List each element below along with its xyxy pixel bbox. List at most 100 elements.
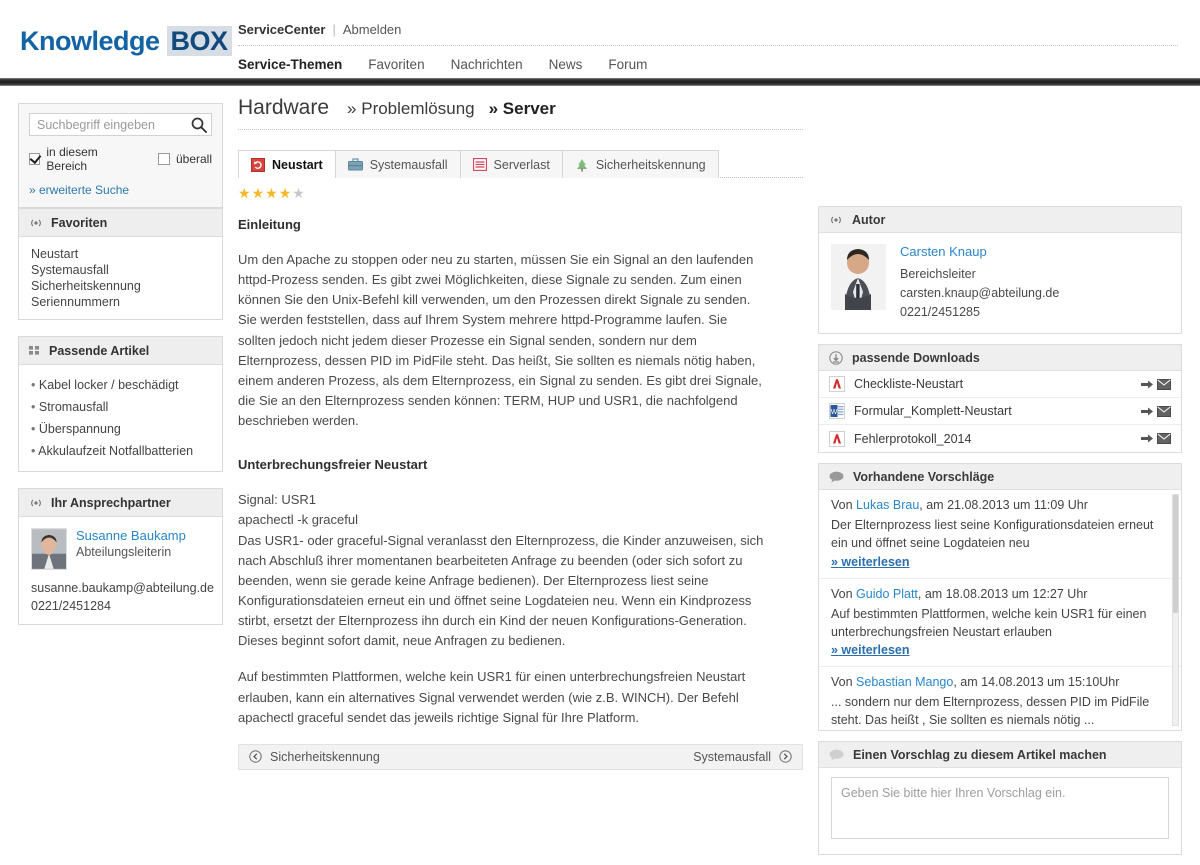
author-panel-body: Carsten Knaup Bereichsleiter carsten.kna… <box>819 233 1181 333</box>
table-row[interactable]: Checkliste-Neustart <box>819 371 1181 399</box>
search-input[interactable] <box>29 113 212 136</box>
nav-news[interactable]: News <box>549 57 583 72</box>
list-item[interactable]: Neustart <box>31 246 210 262</box>
nav-logout[interactable]: Abmelden <box>343 22 402 37</box>
envelope-icon <box>1157 405 1171 417</box>
favorites-panel-body: Neustart Systemausfall Sicherheitskennun… <box>19 237 222 319</box>
site-logo[interactable]: Knowledge BOX <box>20 26 232 57</box>
suggestion-meta: Von Guido Platt, am 18.08.2013 um 12:27 … <box>831 587 1167 601</box>
breadcrumb-level-2[interactable]: » Problemlösung <box>347 99 475 119</box>
download-actions[interactable] <box>1141 433 1171 445</box>
tab-sicherheitskennung[interactable]: Sicherheitskennung <box>561 150 719 178</box>
nav-forum[interactable]: Forum <box>608 57 647 72</box>
scope-everywhere-label: überall <box>175 152 212 166</box>
scrollbar-thumb[interactable] <box>1173 495 1178 614</box>
breadcrumb-level-1[interactable]: Hardware <box>238 96 329 120</box>
pager-next-label: Systemausfall <box>693 749 771 764</box>
read-more-link[interactable]: » weiterlesen <box>831 555 910 569</box>
pdf-file-icon <box>829 376 845 393</box>
suggestion-date: , am 14.08.2013 um 15:10Uhr <box>953 674 1120 689</box>
pager-next[interactable]: Systemausfall <box>693 750 792 764</box>
author-panel-title: Autor <box>852 212 886 227</box>
contact-title: Ihr Ansprechpartner <box>51 495 171 510</box>
contact-details: susanne.baukamp@abteilung.de 0221/245128… <box>31 579 214 615</box>
pdf-file-icon <box>829 430 845 447</box>
download-actions[interactable] <box>1141 378 1171 390</box>
suggestion-meta: Von Lukas Brau, am 21.08.2013 um 11:09 U… <box>831 498 1167 512</box>
search-icon <box>191 117 207 133</box>
arrow-left-circle-icon <box>249 750 262 764</box>
related-article-label: Kabel locker / beschädigt <box>38 378 179 392</box>
list-item[interactable]: Überspannung <box>31 418 210 440</box>
suggestion-author[interactable]: Guido Platt <box>856 587 918 601</box>
breadcrumb-level-3[interactable]: » Server <box>489 99 556 119</box>
table-row[interactable]: Fehlerprotokoll_2014 <box>819 425 1181 452</box>
author-name[interactable]: Carsten Knaup <box>900 244 1059 259</box>
contact-panel-body: Susanne Baukamp Abteilungsleiterin susan… <box>19 517 222 624</box>
suggestion-body: ... sondern nur dem Elternprozess, desse… <box>831 694 1150 727</box>
list-item[interactable]: Stromausfall <box>31 396 210 418</box>
suggestion-textarea[interactable] <box>831 777 1169 840</box>
top-navigation: ServiceCenter | Abmelden Service-Themen Fav… <box>238 22 1178 72</box>
read-more-link[interactable]: » weiterlesen <box>831 643 910 657</box>
pager-previous-label: Sicherheitskennung <box>270 749 380 764</box>
tab-serverlast[interactable]: Serverlast <box>459 150 563 178</box>
author-email[interactable]: carsten.knaup@abteilung.de <box>900 284 1059 303</box>
nav-favoriten[interactable]: Favoriten <box>368 57 424 72</box>
avatar <box>31 528 67 570</box>
download-actions[interactable] <box>1141 405 1171 417</box>
contact-panel: Ihr Ansprechpartner Susanne Baukamp Abte… <box>18 488 223 626</box>
tab-systemausfall[interactable]: Systemausfall <box>334 150 461 178</box>
suggestion-author[interactable]: Sebastian Mango <box>856 675 953 689</box>
tab-label: Neustart <box>272 157 323 172</box>
scope-in-area-checkbox[interactable] <box>29 153 41 165</box>
scope-everywhere-checkbox[interactable] <box>157 153 170 165</box>
download-icon <box>829 351 843 365</box>
favorite-label: Neustart <box>31 247 79 261</box>
list-item[interactable]: Kabel locker / beschädigt <box>31 374 210 396</box>
contact-name[interactable]: Susanne Baukamp <box>76 528 186 543</box>
suggestion-meta: Von Sebastian Mango, am 14.08.2013 um 15… <box>831 675 1167 689</box>
search-button[interactable] <box>190 116 208 134</box>
tab-label: Systemausfall <box>369 157 448 172</box>
envelope-icon <box>1157 378 1171 390</box>
author-phone: 0221/2451285 <box>900 304 980 319</box>
list-item[interactable]: Systemausfall <box>31 262 210 278</box>
downloads-panel-header: passende Downloads <box>819 345 1181 372</box>
list-item[interactable]: Seriennummern <box>31 294 210 310</box>
table-row[interactable]: W Formular_Komplett-Neustart <box>819 398 1181 426</box>
tab-neustart[interactable]: Neustart <box>238 150 336 178</box>
pager-previous[interactable]: Sicherheitskennung <box>249 750 380 764</box>
article-heading-2: Unterbrechungsfreier Neustart <box>238 457 428 473</box>
suggestion-author[interactable]: Lukas Brau <box>856 498 919 512</box>
list-item[interactable]: Sicherheitskennung <box>31 278 210 294</box>
utility-nav: ServiceCenter | Abmelden <box>238 22 1178 45</box>
scope-in-area-option[interactable]: in diesem Bereich <box>29 145 136 173</box>
article-paragraph-2: Das USR1- oder graceful-Signal veranlass… <box>238 532 764 649</box>
advanced-search-link[interactable]: » erweiterte Suche <box>29 183 129 197</box>
downloads-panel: passende Downloads Checkliste-Neustart W… <box>818 344 1182 454</box>
related-articles-list: Kabel locker / beschädigt Stromausfall Ü… <box>31 374 210 462</box>
envelope-icon <box>1157 433 1171 445</box>
suggestions-scrollbar[interactable] <box>1172 494 1179 727</box>
nav-nachrichten[interactable]: Nachrichten <box>451 57 523 72</box>
related-article-label: Akkulaufzeit Notfallbatterien <box>38 444 194 458</box>
tab-label: Serverlast <box>493 157 550 172</box>
nav-service-center[interactable]: ServiceCenter <box>238 22 325 37</box>
favorites-list: Neustart Systemausfall Sicherheitskennun… <box>31 246 210 310</box>
header-divider-bar <box>0 78 1200 86</box>
scope-everywhere-option[interactable]: überall <box>157 152 212 166</box>
contact-email[interactable]: susanne.baukamp@abteilung.de <box>31 579 214 597</box>
list-item[interactable]: Akkulaufzeit Notfallbatterien <box>31 440 210 462</box>
download-name: Fehlerprotokoll_2014 <box>854 431 972 446</box>
search-scope-row: in diesem Bereich überall <box>29 145 212 173</box>
article-command-line: apachectl -k graceful <box>238 512 358 528</box>
list-item: Von Guido Platt, am 18.08.2013 um 12:27 … <box>819 579 1181 667</box>
related-articles-panel-header: Passende Artikel <box>19 337 222 365</box>
arrow-right-icon <box>1141 434 1153 443</box>
broadcast-icon <box>829 214 843 226</box>
rating-stars[interactable]: ★★★★★ <box>238 185 803 202</box>
nav-service-themen[interactable]: Service-Themen <box>238 57 342 72</box>
word-file-icon: W <box>829 403 845 420</box>
download-name: Checkliste-Neustart <box>854 377 964 392</box>
